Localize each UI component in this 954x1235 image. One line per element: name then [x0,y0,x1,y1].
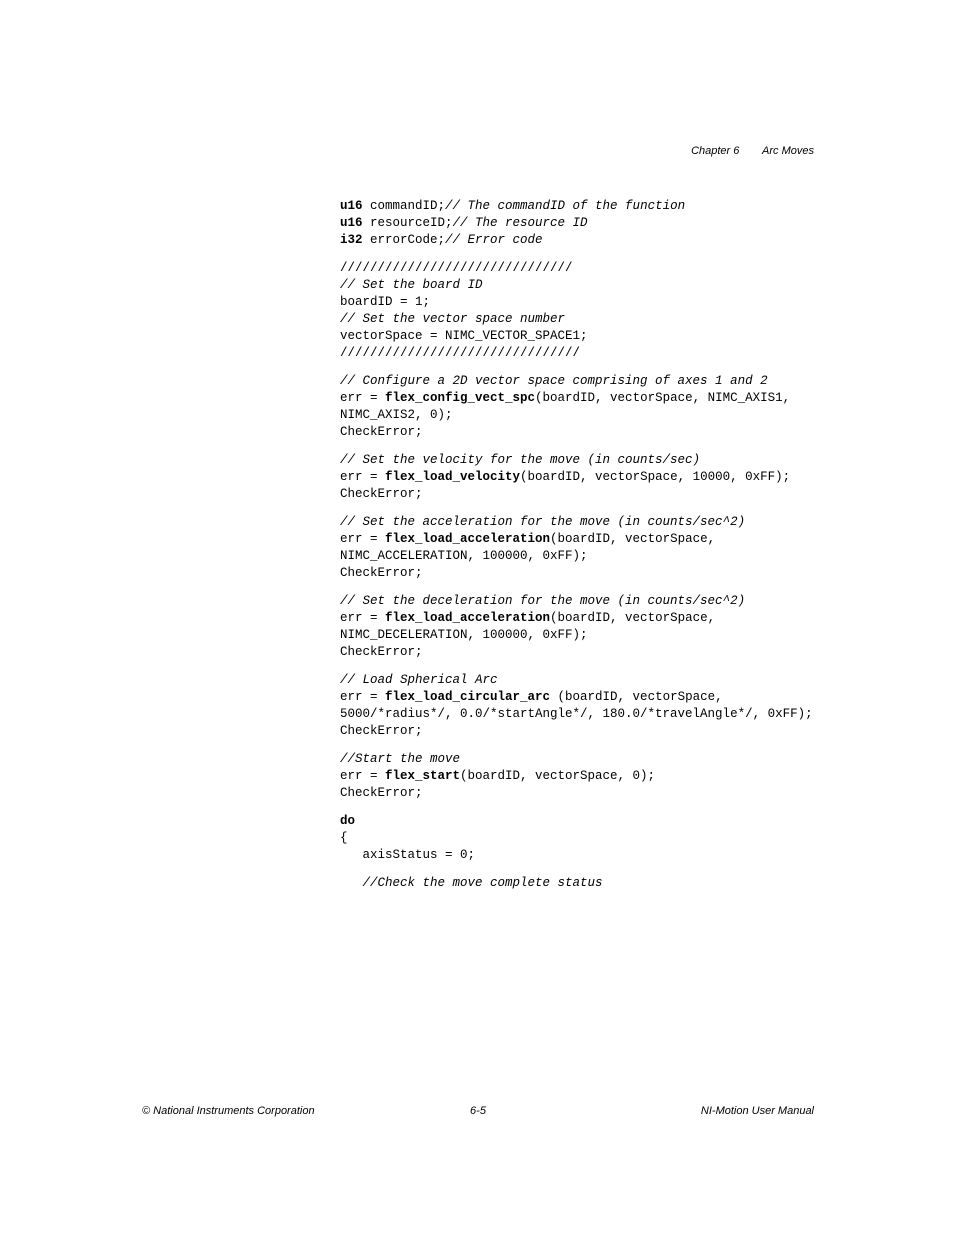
code-line: err = flex_load_acceleration(boardID, ve… [340,531,814,565]
code-line: err = flex_load_acceleration(boardID, ve… [340,610,814,644]
code-text: commandID; [363,199,446,213]
code-text: (boardID, vectorSpace, 10000, 0xFF); [520,470,790,484]
indent [340,848,363,862]
code-content: u16 commandID;// The commandID of the fu… [340,198,814,903]
comment: //Start the move [340,751,814,768]
code-line: err = flex_start(boardID, vectorSpace, 0… [340,768,814,785]
start-block: //Start the move err = flex_start(boardI… [340,751,814,802]
check-block: //Check the move complete status [340,875,814,892]
comment: // Set the velocity for the move (in cou… [340,452,814,469]
function-name: flex_start [385,769,460,783]
footer-page-number: 6-5 [470,1105,486,1117]
code-line: boardID = 1; [340,294,814,311]
indent [340,876,363,890]
footer-doc-title: NI-Motion User Manual [701,1105,814,1117]
chapter-label: Chapter 6 [691,145,739,157]
page: Chapter 6 Arc Moves u16 commandID;// The… [0,0,954,1235]
code-text: axisStatus = 0; [363,848,476,862]
function-name: flex_load_acceleration [385,532,550,546]
comment: // Set the board ID [340,277,814,294]
accel-block: // Set the acceleration for the move (in… [340,514,814,582]
do-block: do { axisStatus = 0; [340,813,814,864]
function-name: flex_load_acceleration [385,611,550,625]
code-text: err = [340,470,385,484]
code-line: CheckError; [340,424,814,441]
comment: // Load Spherical Arc [340,672,814,689]
code-text: (boardID, vectorSpace, 0); [460,769,655,783]
code-line: /////////////////////////////// [340,260,814,277]
comment: // Set the vector space number [340,311,814,328]
var-decls: u16 commandID;// The commandID of the fu… [340,198,814,249]
keyword: do [340,813,814,830]
comment: // Configure a 2D vector space comprisin… [340,373,814,390]
page-footer: © National Instruments Corporation 6-5 N… [142,1105,814,1117]
page-header: Chapter 6 Arc Moves [691,145,814,157]
code-line: CheckError; [340,785,814,802]
code-line: err = flex_load_velocity(boardID, vector… [340,469,814,486]
code-line: u16 commandID;// The commandID of the fu… [340,198,814,215]
code-line: { [340,830,814,847]
code-line: CheckError; [340,486,814,503]
comment: // Set the acceleration for the move (in… [340,514,814,531]
code-line: axisStatus = 0; [340,847,814,864]
code-text: err = [340,391,385,405]
code-text: err = [340,611,385,625]
code-line: err = flex_config_vect_spc(boardID, vect… [340,390,814,424]
code-line: err = flex_load_circular_arc (boardID, v… [340,689,814,723]
footer-copyright: © National Instruments Corporation [142,1105,315,1117]
comment: // Error code [445,233,543,247]
keyword: u16 [340,216,363,230]
code-text: errorCode; [363,233,446,247]
config-block: // Configure a 2D vector space comprisin… [340,373,814,441]
function-name: flex_config_vect_spc [385,391,535,405]
code-text: err = [340,532,385,546]
arc-block: // Load Spherical Arc err = flex_load_ci… [340,672,814,740]
code-line: CheckError; [340,644,814,661]
comment: //Check the move complete status [363,876,603,890]
comment: // The commandID of the function [445,199,685,213]
velocity-block: // Set the velocity for the move (in cou… [340,452,814,503]
code-text: err = [340,769,385,783]
function-name: flex_load_circular_arc [385,690,550,704]
function-name: flex_load_velocity [385,470,520,484]
code-line: CheckError; [340,723,814,740]
code-line: CheckError; [340,565,814,582]
code-text: err = [340,690,385,704]
keyword: i32 [340,233,363,247]
comment: // Set the deceleration for the move (in… [340,593,814,610]
chapter-title: Arc Moves [762,145,814,157]
comment: // The resource ID [453,216,588,230]
code-line: //////////////////////////////// [340,345,814,362]
code-line: u16 resourceID;// The resource ID [340,215,814,232]
code-text: resourceID; [363,216,453,230]
code-line: //Check the move complete status [340,875,814,892]
init-block: /////////////////////////////// // Set t… [340,260,814,362]
code-line: vectorSpace = NIMC_VECTOR_SPACE1; [340,328,814,345]
decel-block: // Set the deceleration for the move (in… [340,593,814,661]
code-line: i32 errorCode;// Error code [340,232,814,249]
keyword: u16 [340,199,363,213]
